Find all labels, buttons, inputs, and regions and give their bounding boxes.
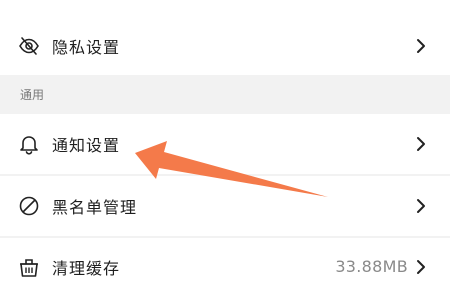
ban-icon <box>18 195 40 217</box>
privacy-settings-label: 隐私设置 <box>52 38 121 57</box>
blacklist-management-row[interactable]: 黑名单管理 <box>0 176 450 236</box>
notification-settings-row[interactable]: 通知设置 <box>0 114 450 174</box>
chevron-right-icon <box>414 259 428 275</box>
chevron-right-icon <box>414 38 428 54</box>
section-header-general: 通用 <box>0 75 450 114</box>
chevron-right-icon <box>414 198 428 214</box>
notification-settings-label: 通知设置 <box>52 136 121 155</box>
bell-icon <box>18 133 40 155</box>
section-header-label: 通用 <box>20 88 45 102</box>
cache-size-value: 33.88MB <box>335 257 408 276</box>
previous-row-bottom <box>0 0 450 17</box>
blacklist-management-label: 黑名单管理 <box>52 198 138 217</box>
clear-cache-row[interactable]: 清理缓存 33.88MB <box>0 238 450 295</box>
trash-icon <box>18 256 40 278</box>
clear-cache-label: 清理缓存 <box>52 258 121 278</box>
privacy-settings-row[interactable]: 隐私设置 <box>0 17 450 75</box>
eye-slash-icon <box>18 35 40 57</box>
chevron-right-icon <box>414 136 428 152</box>
